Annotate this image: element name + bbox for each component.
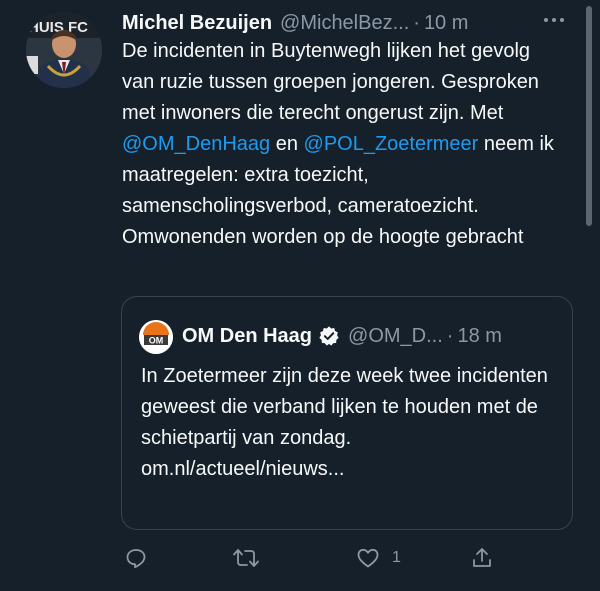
tweet-text: De incidenten in Buytenwegh lijken het g…	[122, 36, 562, 253]
quoted-link[interactable]: om.nl/actueel/nieuws...	[141, 454, 561, 485]
more-horizontal-icon	[544, 18, 564, 22]
share-icon	[473, 548, 491, 567]
author-handle[interactable]: @MichelBez...	[280, 8, 409, 38]
quoted-text-block: In Zoetermeer zijn deze week twee incide…	[141, 361, 561, 485]
tweet-actions: 1	[0, 538, 600, 578]
quoted-header: OM Den Haag @OM_D... · 18 m	[182, 319, 502, 353]
header-separator: ·	[413, 12, 420, 34]
verified-badge-icon	[318, 325, 340, 347]
om-logo-icon: OM	[139, 320, 173, 354]
quoted-tweet[interactable]: OM OM Den Haag @OM_D... · 18 m In Zoeter…	[121, 296, 573, 530]
om-logo-text: OM	[149, 336, 164, 346]
quoted-separator: ·	[446, 324, 454, 347]
quoted-author-avatar[interactable]: OM	[139, 320, 173, 354]
reply-icon	[126, 549, 146, 569]
tweet-text-part2: en	[270, 133, 304, 155]
author-name[interactable]: Michel Bezuijen	[122, 8, 272, 38]
retweet-button[interactable]	[232, 538, 260, 578]
retweet-icon	[233, 549, 259, 567]
quoted-timestamp[interactable]: 18 m	[457, 325, 501, 348]
author-avatar[interactable]: HUIS FC	[26, 12, 102, 88]
tweet-header: Michel Bezuijen @MichelBez... · 10 m	[122, 8, 468, 38]
tweet[interactable]: HUIS FC Michel Bezuijen @MichelBez... · …	[0, 0, 600, 591]
like-button[interactable]: 1	[356, 538, 401, 578]
quoted-author-handle[interactable]: @OM_D...	[348, 325, 443, 348]
quoted-text: In Zoetermeer zijn deze week twee incide…	[141, 365, 548, 449]
author-avatar-image: HUIS FC	[26, 12, 102, 88]
share-button[interactable]	[470, 538, 494, 578]
tweet-text-part1: De incidenten in Buytenwegh lijken het g…	[122, 40, 539, 124]
tweet-timestamp[interactable]: 10 m	[424, 8, 468, 38]
reply-button[interactable]	[124, 538, 148, 578]
mention-pol-zoetermeer[interactable]: @POL_Zoetermeer	[304, 133, 479, 155]
like-count: 1	[392, 549, 401, 566]
mention-om-denhaag[interactable]: @OM_DenHaag	[122, 133, 270, 155]
more-options-button[interactable]	[536, 8, 572, 32]
scrollbar[interactable]	[586, 6, 592, 226]
heart-icon	[357, 548, 379, 568]
quoted-author-name[interactable]: OM Den Haag	[182, 325, 312, 348]
